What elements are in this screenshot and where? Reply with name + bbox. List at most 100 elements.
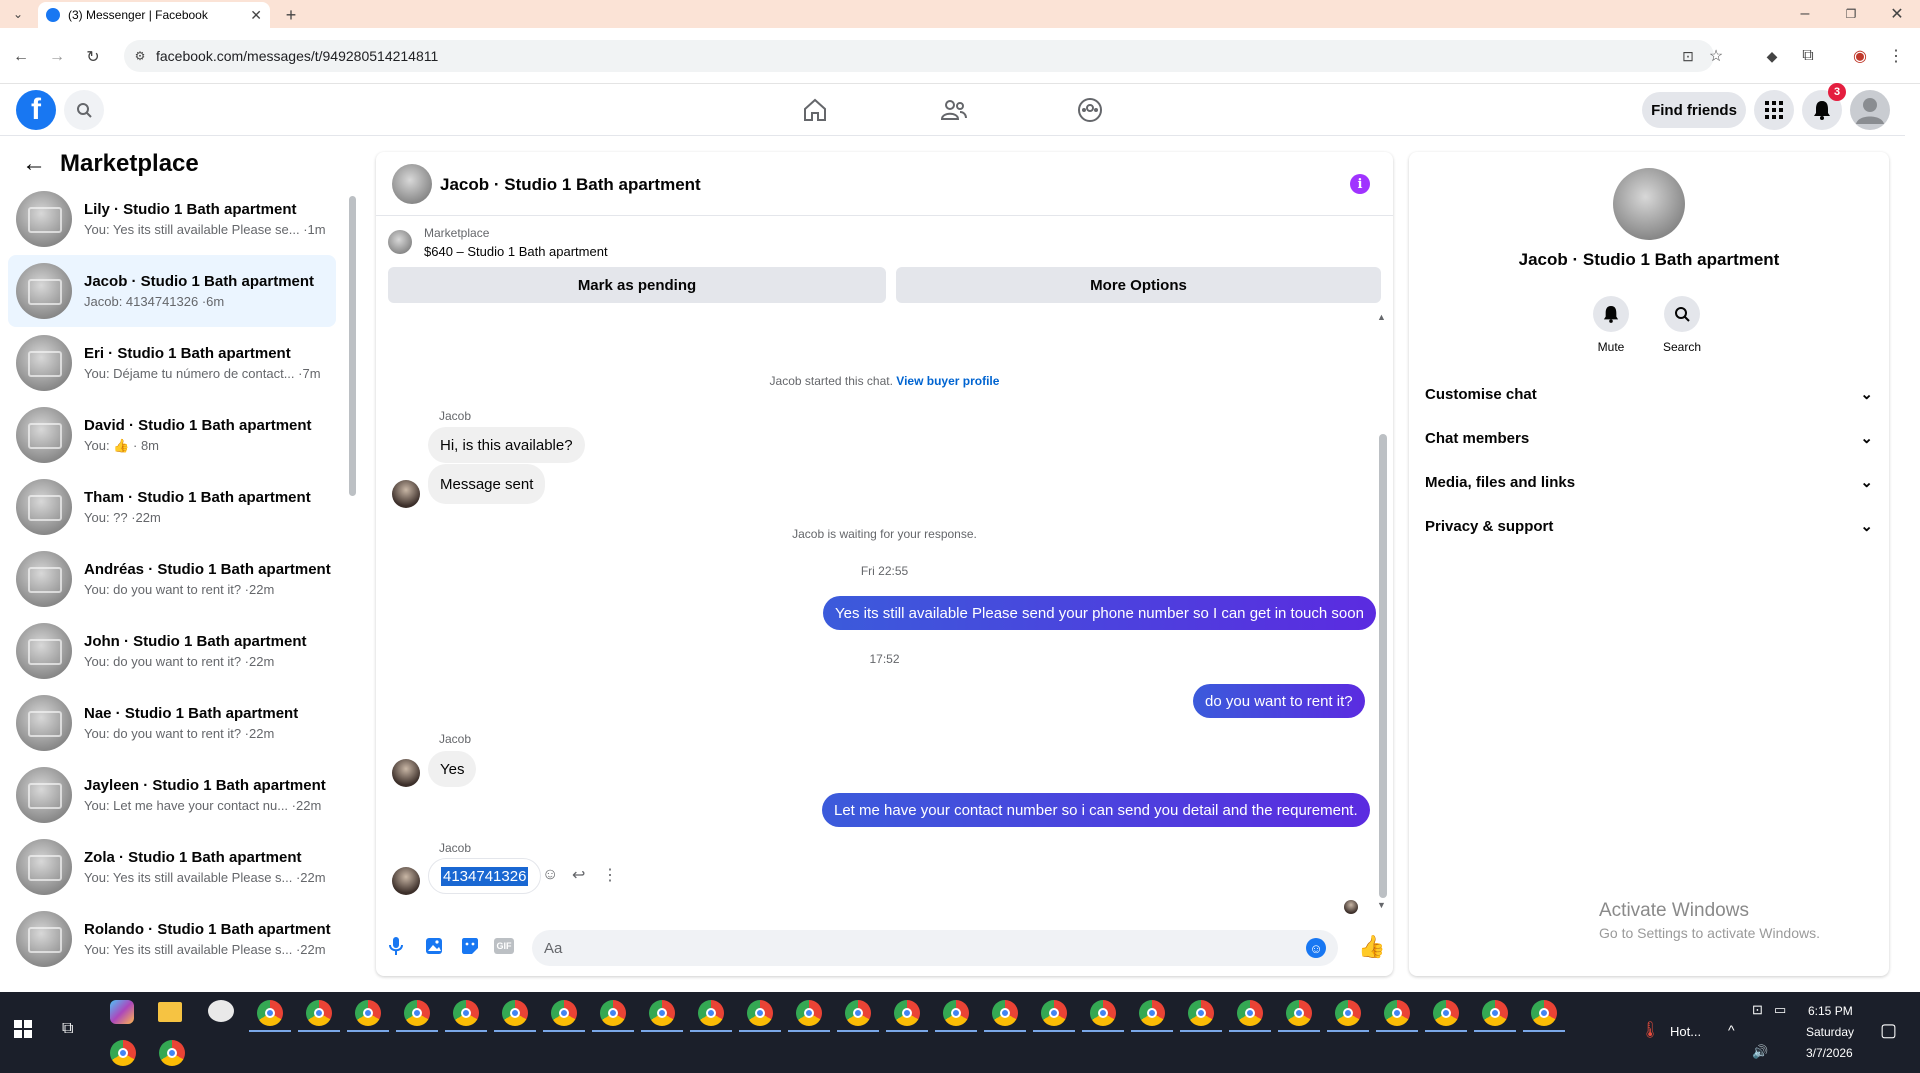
chrome-window-icon[interactable]	[1041, 1000, 1067, 1026]
site-info-icon[interactable]: ⚙	[132, 48, 148, 64]
mute-button[interactable]: Mute	[1593, 296, 1629, 354]
new-tab-icon[interactable]: +	[280, 4, 302, 26]
chrome-window-icon[interactable]	[1237, 1000, 1263, 1026]
chrome-window-icon[interactable]	[943, 1000, 969, 1026]
chrome-window-icon[interactable]	[1090, 1000, 1116, 1026]
chrome-window-icon[interactable]	[1286, 1000, 1312, 1026]
reply-icon[interactable]: ↩	[572, 865, 585, 885]
chrome-window-icon[interactable]	[698, 1000, 724, 1026]
back-icon[interactable]: ←	[10, 46, 32, 68]
chat-members-section[interactable]: Chat members ⌄	[1425, 420, 1873, 456]
chrome-window-icon[interactable]	[747, 1000, 773, 1026]
friends-icon[interactable]	[940, 98, 968, 122]
search-icon[interactable]	[64, 90, 104, 130]
chrome-window-icon[interactable]	[453, 1000, 479, 1026]
sender-avatar[interactable]	[392, 867, 420, 895]
find-friends-button[interactable]: Find friends	[1642, 92, 1746, 128]
view-buyer-profile-link[interactable]: View buyer profile	[896, 374, 999, 388]
forward-icon[interactable]: →	[46, 46, 68, 68]
network-icon[interactable]: ⊡	[1752, 1002, 1763, 1018]
incoming-message-selected[interactable]: 4134741326	[428, 858, 542, 894]
outgoing-message[interactable]: Let me have your contact number so i can…	[822, 793, 1370, 827]
conversation-item[interactable]: John · Studio 1 Bath apartment You: do yo…	[8, 615, 336, 687]
chrome-window-icon[interactable]	[159, 1040, 185, 1066]
media-files-links-section[interactable]: Media, files and links ⌄	[1425, 464, 1873, 500]
chrome-window-icon[interactable]	[502, 1000, 528, 1026]
chrome-window-icon[interactable]	[649, 1000, 675, 1026]
windows-start-icon[interactable]	[14, 1020, 32, 1038]
chrome-window-icon[interactable]	[600, 1000, 626, 1026]
photo-icon[interactable]	[424, 936, 444, 956]
clock-day[interactable]: Saturday	[1806, 1025, 1854, 1039]
clock-date[interactable]: 3/7/2026	[1806, 1046, 1853, 1060]
tab-list-icon[interactable]: ⌄	[8, 4, 28, 24]
chrome-window-icon[interactable]	[551, 1000, 577, 1026]
incoming-message[interactable]: Hi, is this available?	[428, 427, 585, 463]
address-bar[interactable]: ⚙ facebook.com/messages/t/94928051421481…	[124, 40, 1723, 72]
sender-avatar[interactable]	[392, 480, 420, 508]
thumbs-up-send-icon[interactable]: 👍	[1358, 934, 1385, 960]
groups-icon[interactable]	[1077, 97, 1103, 123]
conversation-item-active[interactable]: Jacob · Studio 1 Bath apartment Jacob: 41…	[8, 255, 336, 327]
info-icon[interactable]: i	[1350, 174, 1370, 194]
customise-chat-section[interactable]: Customise chat ⌄	[1425, 376, 1873, 412]
incoming-message[interactable]: Yes	[428, 751, 477, 787]
conversation-item[interactable]: Lily · Studio 1 Bath apartment You: Yes i…	[8, 183, 336, 255]
copilot-icon[interactable]	[110, 1000, 134, 1024]
listing-title[interactable]: $640 – Studio 1 Bath apartment	[424, 244, 608, 259]
notification-center-icon[interactable]: ▢	[1880, 1020, 1897, 1041]
chrome-window-icon[interactable]	[1384, 1000, 1410, 1026]
show-hidden-icons[interactable]: ^	[1728, 1022, 1735, 1038]
conversation-item[interactable]: Tham · Studio 1 Bath apartment You: ?? ·2…	[8, 471, 336, 543]
display-icon[interactable]: ▭	[1774, 1002, 1786, 1018]
close-window-icon[interactable]: ✕	[1886, 4, 1908, 24]
chrome-window-icon[interactable]	[1482, 1000, 1508, 1026]
chrome-window-icon[interactable]	[1433, 1000, 1459, 1026]
chat-avatar[interactable]	[392, 164, 432, 204]
chrome-window-icon[interactable]	[1139, 1000, 1165, 1026]
sender-avatar[interactable]	[392, 759, 420, 787]
search-in-chat-button[interactable]: Search	[1663, 296, 1701, 354]
chrome-window-icon[interactable]	[404, 1000, 430, 1026]
chrome-window-icon[interactable]	[992, 1000, 1018, 1026]
chrome-window-icon[interactable]	[796, 1000, 822, 1026]
close-tab-icon[interactable]: ✕	[250, 7, 262, 24]
clock-time[interactable]: 6:15 PM	[1808, 1004, 1853, 1018]
scroll-down-icon[interactable]: ▼	[1377, 900, 1386, 910]
mark-as-pending-button[interactable]: Mark as pending	[388, 267, 886, 303]
conversation-item[interactable]: David · Studio 1 Bath apartment You: 👍 ·…	[8, 399, 336, 471]
facebook-logo-icon[interactable]: f	[16, 90, 56, 130]
back-arrow-icon[interactable]: ←	[22, 150, 46, 178]
chrome-window-icon[interactable]	[257, 1000, 283, 1026]
outgoing-message[interactable]: Yes its still available Please send your…	[823, 596, 1376, 630]
conversation-item[interactable]: Jayleen · Studio 1 Bath apartment You: Le…	[8, 759, 336, 831]
conversation-item[interactable]: Zola · Studio 1 Bath apartment You: Yes i…	[8, 831, 336, 903]
sticker-icon[interactable]	[460, 936, 480, 956]
incoming-message[interactable]: Message sent	[428, 464, 546, 504]
extensions-puzzle-icon[interactable]: ⧉	[1798, 46, 1818, 66]
chrome-window-icon[interactable]	[355, 1000, 381, 1026]
react-emoji-icon[interactable]: ☺	[542, 866, 558, 884]
message-input[interactable]: Aa ☺	[532, 930, 1338, 966]
home-icon[interactable]	[802, 98, 828, 122]
volume-icon[interactable]: 🔊	[1752, 1044, 1768, 1060]
minimize-icon[interactable]: –	[1794, 4, 1816, 24]
more-options-button[interactable]: More Options	[896, 267, 1381, 303]
privacy-support-section[interactable]: Privacy & support ⌄	[1425, 508, 1873, 544]
conversation-item[interactable]: Nae · Studio 1 Bath apartment You: do you…	[8, 687, 336, 759]
menu-grid-icon[interactable]	[1754, 90, 1794, 130]
maximize-icon[interactable]: ❐	[1840, 4, 1862, 24]
extension-icon[interactable]: ◆	[1762, 46, 1782, 66]
chrome-window-icon[interactable]	[1188, 1000, 1214, 1026]
emoji-icon[interactable]: ☺	[1306, 938, 1326, 958]
conversation-item[interactable]: Andréas · Studio 1 Bath apartment You: do…	[8, 543, 336, 615]
weather-text[interactable]: Hot...	[1670, 1024, 1701, 1039]
chrome-window-icon[interactable]	[894, 1000, 920, 1026]
more-actions-icon[interactable]: ⋮	[602, 865, 618, 885]
account-avatar[interactable]	[1850, 90, 1890, 130]
paint-app-icon[interactable]	[208, 1000, 234, 1022]
chrome-window-icon[interactable]	[845, 1000, 871, 1026]
microphone-icon[interactable]	[388, 936, 404, 956]
chrome-window-icon[interactable]	[1335, 1000, 1361, 1026]
file-explorer-icon[interactable]	[158, 1002, 182, 1022]
